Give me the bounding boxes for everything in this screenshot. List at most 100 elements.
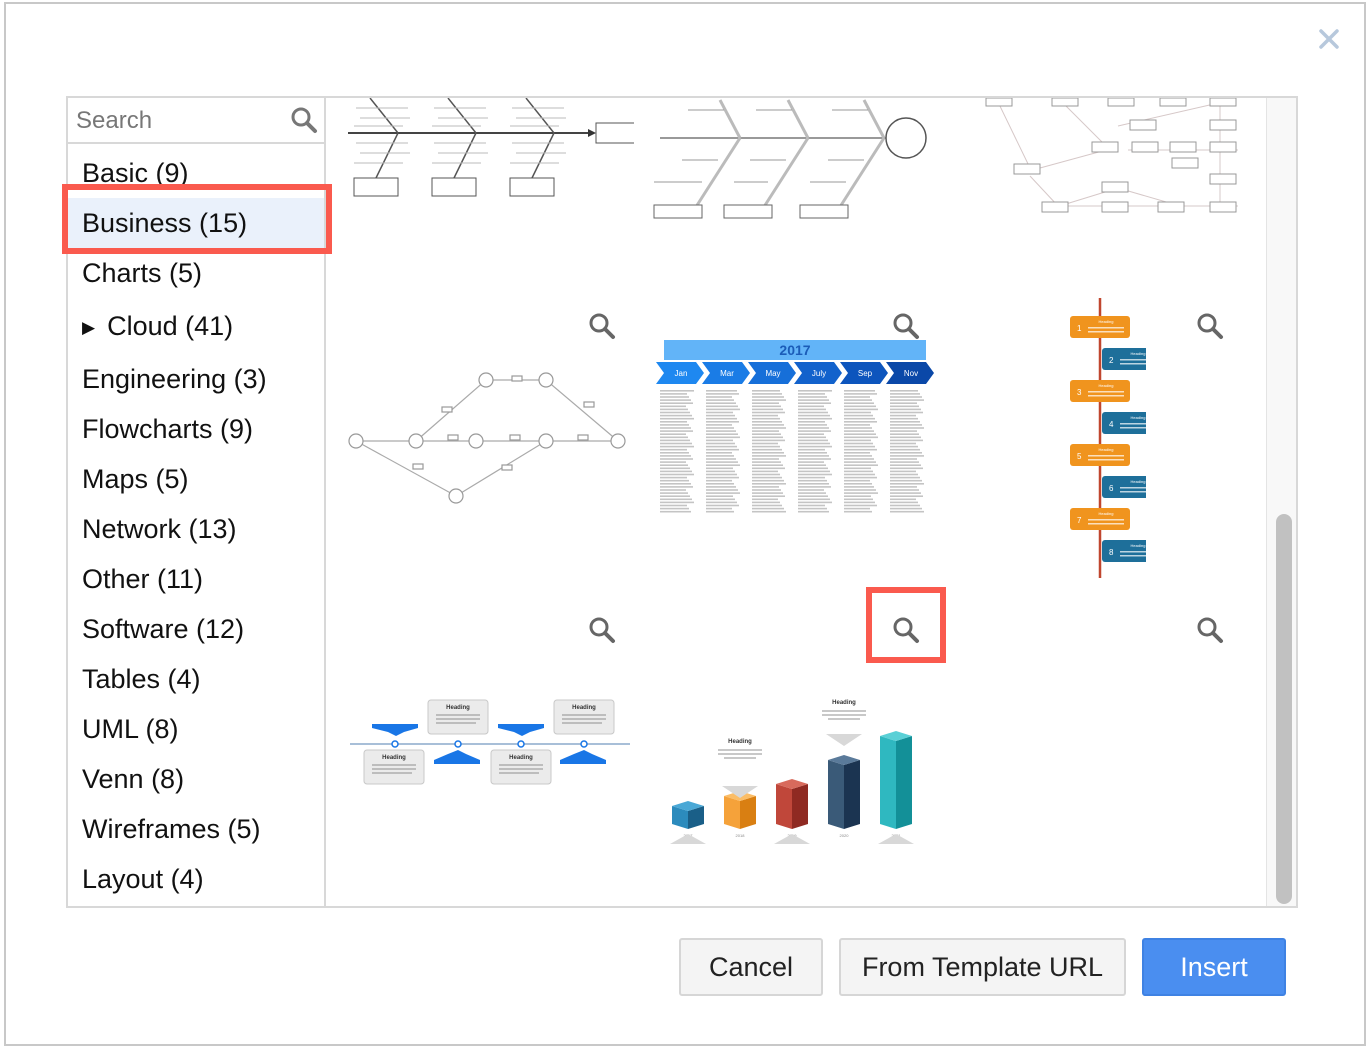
lorem-line [844, 479, 870, 482]
lorem-line [752, 498, 778, 501]
lorem-line [844, 436, 878, 439]
vertical-timeline-step: 7 Heading [1070, 508, 1130, 530]
template-fishbone-diagram[interactable] [348, 98, 634, 208]
timeline-2017-graphic: 2017 Jan Mar May July Sep Nov [656, 340, 934, 513]
category-wireframes[interactable]: Wireframes (5) [68, 804, 324, 854]
category-other[interactable]: Other (11) [68, 554, 324, 604]
category-tables[interactable]: Tables (4) [68, 654, 324, 704]
svg-text:7: 7 [1077, 516, 1082, 525]
bar-3d: 2019 [776, 779, 808, 838]
category-flowcharts[interactable]: Flowcharts (9) [68, 404, 324, 454]
lorem-line [798, 421, 825, 423]
magnifier-icon[interactable] [1196, 312, 1224, 340]
lorem-line [844, 476, 877, 479]
magnifier-icon[interactable] [892, 616, 920, 644]
lorem-line [706, 430, 736, 432]
insert-button[interactable]: Insert [1142, 938, 1286, 996]
lorem-line [660, 408, 688, 411]
svg-text:2: 2 [1109, 356, 1114, 365]
lorem-line [844, 470, 873, 473]
lorem-line [890, 495, 923, 497]
lorem-line [798, 479, 827, 482]
template-process-flow-network[interactable] [958, 98, 1238, 223]
triangle-right-icon[interactable]: ▶ [82, 318, 95, 337]
lorem-line [844, 458, 874, 460]
scrollbar-thumb[interactable] [1276, 514, 1292, 904]
lorem-line [706, 498, 735, 501]
template-fishbone-events[interactable] [652, 98, 942, 223]
category-engineering[interactable]: Engineering (3) [68, 354, 324, 404]
stage-heading: Heading [509, 755, 533, 761]
lorem-line [752, 417, 780, 420]
vertical-timeline-step: 2 Heading [1102, 348, 1146, 370]
lorem-line [660, 452, 689, 454]
category-maps[interactable]: Maps (5) [68, 454, 324, 504]
category-label: Network (13) [82, 514, 237, 544]
close-icon[interactable] [1316, 26, 1342, 52]
lorem-line [798, 486, 831, 488]
template-3d-bar-infographic[interactable]: 20172018201920202021 Heading Heading Hea… [656, 648, 936, 848]
lorem-line [660, 430, 693, 432]
lorem-line [798, 414, 830, 417]
lorem-line [844, 393, 877, 395]
lorem-line [706, 458, 736, 460]
vertical-scrollbar[interactable] [1266, 98, 1296, 906]
lorem-line [752, 414, 778, 417]
lorem-line [844, 510, 872, 513]
lorem-line [890, 467, 923, 470]
category-network[interactable]: Network (13) [68, 504, 324, 554]
lorem-line [890, 430, 917, 432]
lorem-line [706, 408, 740, 411]
category-layout[interactable]: Layout (4) [68, 854, 324, 904]
lorem-line [798, 489, 824, 491]
template-timeline-2017[interactable]: 2017 Jan Mar May July Sep Nov [656, 338, 936, 518]
search-icon[interactable] [290, 106, 318, 134]
lorem-line [706, 479, 732, 482]
lorem-line [752, 476, 782, 479]
lorem-line [890, 455, 924, 457]
from-template-url-button[interactable]: From Template URL [839, 938, 1126, 996]
category-uml[interactable]: UML (8) [68, 704, 324, 754]
lorem-line [660, 479, 689, 482]
lorem-line [706, 455, 734, 457]
category-venn[interactable]: Venn (8) [68, 754, 324, 804]
lorem-line [752, 510, 786, 513]
category-business[interactable]: Business (15) [68, 198, 324, 248]
magnifier-icon[interactable] [588, 312, 616, 340]
category-software[interactable]: Software (12) [68, 604, 324, 654]
category-basic[interactable]: Basic (9) [68, 148, 324, 198]
category-charts[interactable]: Charts (5) [68, 248, 324, 298]
template-pert-chart[interactable] [348, 366, 634, 511]
lorem-line [798, 436, 826, 439]
template-horizontal-stage-timeline[interactable]: Heading Heading Heading Heading [348, 698, 630, 790]
lorem-line [660, 507, 689, 510]
magnifier-icon[interactable] [588, 616, 616, 644]
template-vertical-timeline[interactable]: 1 Heading 2 Heading 3 Heading 4 Heading 5 Heading… [1026, 298, 1146, 578]
lorem-line [798, 405, 824, 408]
magnifier-icon[interactable] [892, 312, 920, 340]
search-input[interactable] [74, 104, 283, 138]
lorem-line [890, 448, 920, 451]
lorem-line [706, 495, 733, 497]
lorem-line [752, 455, 786, 457]
lorem-line [890, 445, 918, 448]
bar-3d: 2020 [828, 755, 860, 838]
category-cloud[interactable]: ▶ Cloud (41) [68, 298, 324, 354]
lorem-line [844, 396, 870, 398]
category-label: Maps (5) [82, 464, 189, 494]
category-label: Wireframes (5) [82, 814, 261, 844]
svg-text:3: 3 [1077, 388, 1082, 397]
lorem-line [890, 390, 918, 392]
lorem-line [798, 442, 830, 445]
lorem-line [890, 489, 919, 491]
timeline-month: Nov [904, 369, 918, 378]
lorem-line [660, 442, 692, 445]
lorem-line [706, 507, 732, 510]
svg-text:Heading: Heading [1099, 511, 1114, 516]
lorem-line [844, 442, 873, 445]
cancel-button[interactable]: Cancel [679, 938, 823, 996]
lorem-line [660, 393, 687, 395]
template-grid: 2017 Jan Mar May July Sep Nov 1 Heading … [326, 98, 1266, 906]
lorem-line [752, 492, 783, 494]
magnifier-icon[interactable] [1196, 616, 1224, 644]
